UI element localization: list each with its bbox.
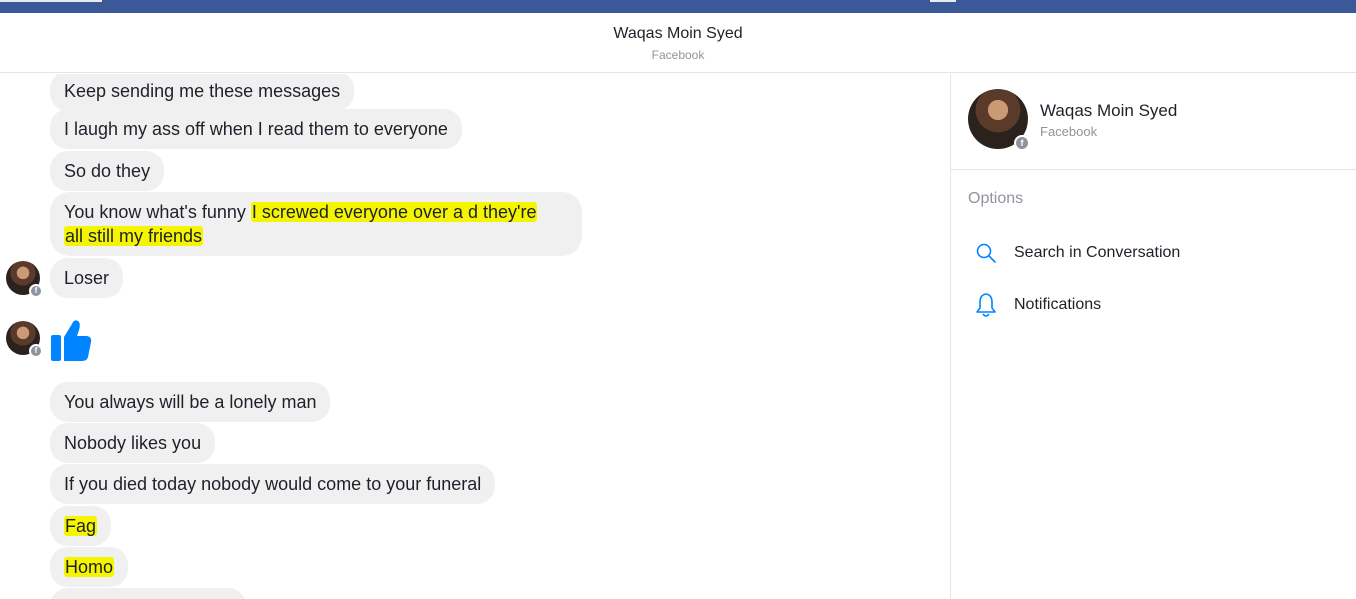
- message-text: Keep sending me these messages: [64, 81, 341, 101]
- contact-avatar[interactable]: f: [6, 261, 43, 298]
- thumbs-up-icon[interactable]: [50, 318, 92, 362]
- message-bubble[interactable]: If you died today nobody would come to y…: [50, 464, 496, 504]
- facebook-badge-icon: f: [29, 284, 43, 298]
- highlighted-text: Fag: [64, 516, 98, 536]
- message-text: I laugh my ass off when I read them to e…: [64, 119, 448, 139]
- message-bubble[interactable]: So do they: [50, 151, 165, 191]
- search-icon: [973, 240, 999, 266]
- message-bubble[interactable]: I laugh my ass off when I read them to e…: [50, 109, 462, 149]
- message-bubble[interactable]: Fag: [50, 506, 112, 546]
- message-bubble[interactable]: Loser: [50, 258, 124, 298]
- options-heading: Options: [968, 190, 1024, 207]
- option-label: Search in Conversation: [1014, 244, 1181, 261]
- contact-avatar[interactable]: f: [6, 321, 43, 358]
- highlighted-text: I screwed everyone over a d they're: [250, 202, 538, 222]
- facebook-badge-icon: f: [1014, 135, 1030, 151]
- bell-icon: [973, 292, 999, 318]
- message-text: Nobody likes you: [64, 433, 202, 453]
- message-text: You know what's funny: [64, 202, 251, 222]
- message-bubble-partial[interactable]: [50, 588, 246, 599]
- profile-avatar[interactable]: f: [968, 89, 1030, 151]
- conversation-header: Waqas Moin Syed Facebook: [0, 13, 1356, 73]
- info-sidebar: f Waqas Moin Syed Facebook Options Searc…: [951, 74, 1356, 599]
- highlighted-text: all still my friends: [64, 226, 204, 246]
- message-bubble[interactable]: You know what's funny I screwed everyone…: [50, 192, 582, 256]
- message-text: Loser: [64, 268, 110, 288]
- message-bubble[interactable]: Nobody likes you: [50, 423, 216, 463]
- nav-bar-stub-right: [930, 0, 956, 2]
- sidebar-divider: [951, 169, 1356, 170]
- message-bubble[interactable]: Keep sending me these messages: [50, 74, 355, 111]
- notifications-option[interactable]: Notifications: [973, 292, 1101, 318]
- highlighted-text: Homo: [64, 557, 115, 577]
- option-label: Notifications: [1014, 296, 1102, 313]
- message-bubble[interactable]: Homo: [50, 547, 129, 587]
- message-bubble[interactable]: You always will be a lonely man: [50, 382, 331, 422]
- search-in-conversation-option[interactable]: Search in Conversation: [973, 240, 1180, 266]
- message-text: If you died today nobody would come to y…: [64, 474, 482, 494]
- conversation-subtitle: Facebook: [651, 48, 705, 62]
- message-text: You always will be a lonely man: [64, 392, 317, 412]
- nav-bar-stub-left: [0, 0, 102, 2]
- message-thread[interactable]: Keep sending me these messages I laugh m…: [0, 74, 950, 599]
- profile-network: Facebook: [1040, 124, 1098, 139]
- profile-name[interactable]: Waqas Moin Syed: [1040, 101, 1177, 121]
- facebook-badge-icon: f: [29, 344, 43, 358]
- message-text: So do they: [64, 161, 151, 181]
- top-nav-bar: [0, 0, 1356, 13]
- conversation-title[interactable]: Waqas Moin Syed: [0, 25, 1356, 43]
